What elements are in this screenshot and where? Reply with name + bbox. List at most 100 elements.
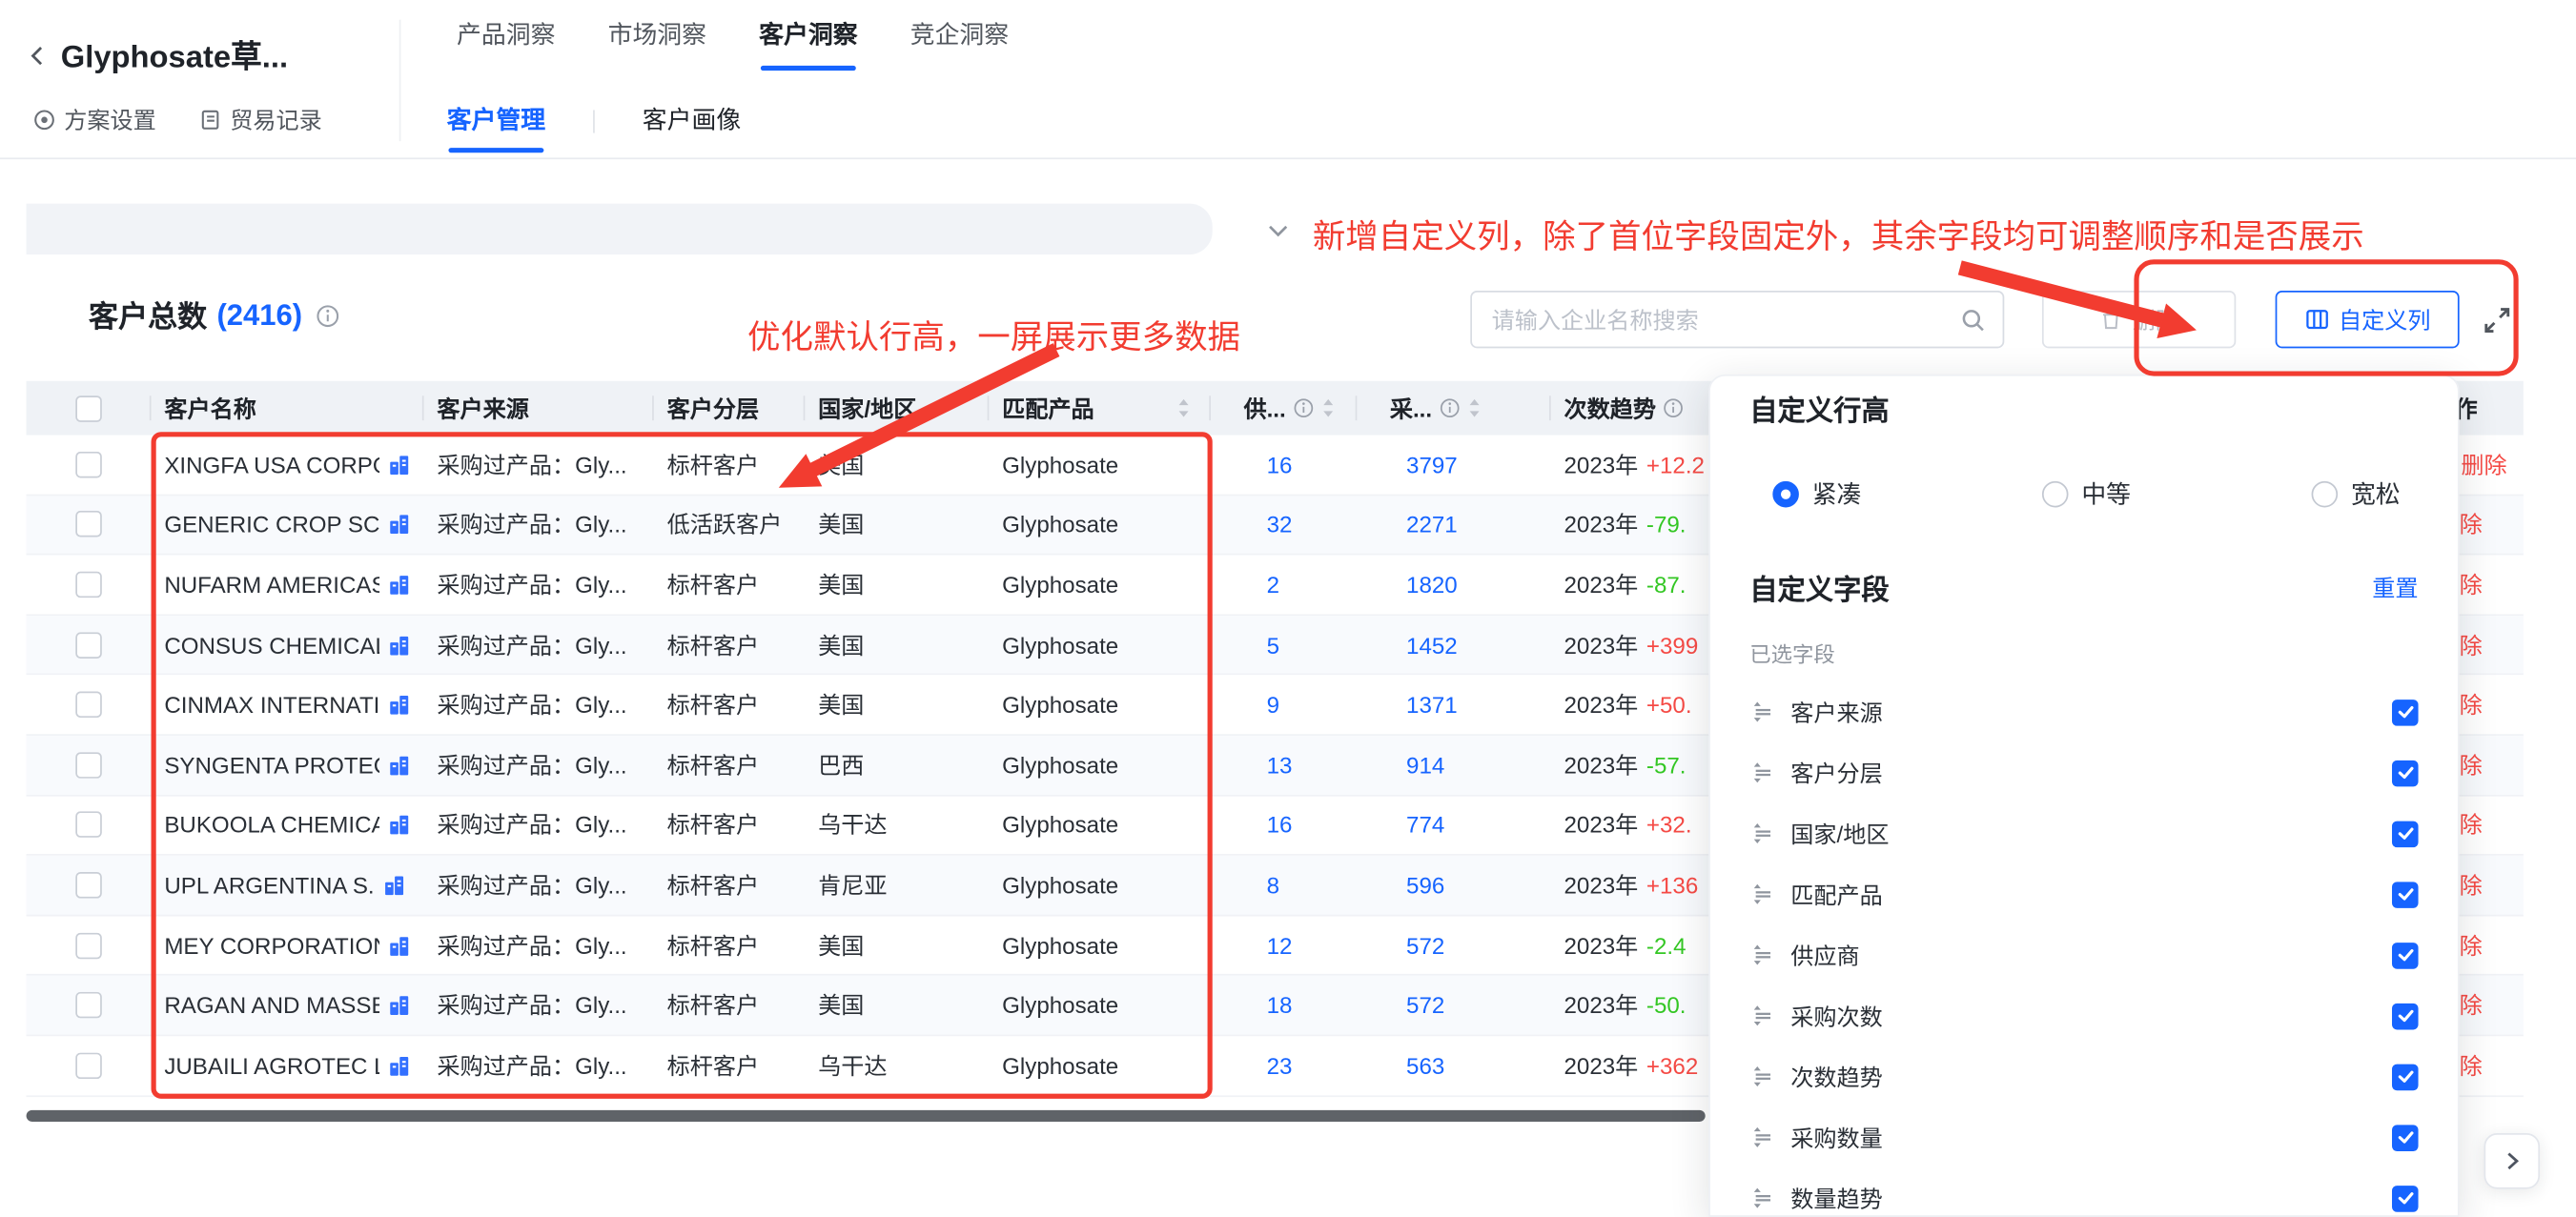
col-customer-name[interactable]: 客户名称 <box>152 381 424 436</box>
drag-handle-icon[interactable] <box>1749 1004 1774 1028</box>
field-checkbox-checked[interactable] <box>2392 1185 2419 1211</box>
purchase-count[interactable]: 1452 <box>1357 632 1550 659</box>
field-checkbox-checked[interactable] <box>2392 942 2419 968</box>
field-checkbox-checked[interactable] <box>2392 821 2419 847</box>
customer-name[interactable]: BUKOOLA CHEMICA <box>164 812 379 839</box>
field-item[interactable]: 国家/地区 <box>1749 803 2418 864</box>
drag-handle-icon[interactable] <box>1749 821 1774 846</box>
company-icon[interactable] <box>388 1054 411 1077</box>
drag-handle-icon[interactable] <box>1749 700 1774 724</box>
drag-handle-icon[interactable] <box>1749 761 1774 785</box>
search-input[interactable] <box>1492 306 1960 333</box>
field-checkbox-checked[interactable] <box>2392 1003 2419 1029</box>
company-icon[interactable] <box>388 513 411 536</box>
row-checkbox[interactable] <box>75 512 102 538</box>
row-checkbox[interactable] <box>75 812 102 839</box>
tab-product-insight[interactable]: 产品洞察 <box>457 20 555 52</box>
supplier-count[interactable]: 32 <box>1211 512 1357 538</box>
drag-handle-icon[interactable] <box>1749 1065 1774 1089</box>
field-item[interactable]: 采购数量 <box>1749 1106 2418 1167</box>
search-icon[interactable] <box>1960 306 1987 333</box>
info-icon[interactable] <box>1293 397 1314 418</box>
drag-handle-icon[interactable] <box>1749 943 1774 967</box>
row-checkbox[interactable] <box>75 692 102 719</box>
sort-icon[interactable] <box>1466 397 1482 418</box>
drag-handle-icon[interactable] <box>1749 1125 1774 1149</box>
customer-name[interactable]: SYNGENTA PROTEC <box>164 752 379 779</box>
field-item[interactable]: 供应商 <box>1749 924 2418 985</box>
next-page-button[interactable] <box>2484 1133 2540 1189</box>
reset-link[interactable]: 重置 <box>2372 571 2418 603</box>
purchase-count[interactable]: 596 <box>1357 872 1550 899</box>
chevron-down-icon[interactable] <box>1265 216 1292 243</box>
plan-settings-link[interactable]: 方案设置 <box>32 104 155 136</box>
radio-loose[interactable]: 宽松 <box>2312 477 2401 511</box>
supplier-count[interactable]: 2 <box>1211 572 1357 598</box>
company-icon[interactable] <box>388 814 411 837</box>
col-customer-tier[interactable]: 客户分层 <box>654 381 806 436</box>
customer-name[interactable]: JUBAILI AGROTEC LI <box>164 1052 379 1079</box>
field-item[interactable]: 数量趋势 <box>1749 1167 2418 1217</box>
radio-compact[interactable]: 紧凑 <box>1772 477 1861 511</box>
field-item[interactable]: 客户分层 <box>1749 742 2418 803</box>
customer-name[interactable]: NUFARM AMERICAS, <box>164 572 379 598</box>
breadcrumb[interactable]: Glyphosate草... <box>27 32 289 77</box>
company-icon[interactable] <box>388 693 411 716</box>
trade-records-link[interactable]: 贸易记录 <box>199 104 322 136</box>
info-icon[interactable] <box>316 303 340 328</box>
radio-medium[interactable]: 中等 <box>2042 477 2131 511</box>
row-checkbox[interactable] <box>75 932 102 959</box>
customer-name[interactable]: CONSUS CHEMICAL <box>164 632 379 659</box>
sort-icon[interactable] <box>1176 397 1192 418</box>
sort-icon[interactable] <box>1320 397 1336 418</box>
field-checkbox-checked[interactable] <box>2392 699 2419 725</box>
supplier-count[interactable]: 13 <box>1211 752 1357 779</box>
company-icon[interactable] <box>388 573 411 596</box>
row-checkbox[interactable] <box>75 452 102 478</box>
drag-handle-icon[interactable] <box>1749 882 1774 906</box>
supplier-count[interactable]: 12 <box>1211 932 1357 959</box>
row-checkbox[interactable] <box>75 992 102 1019</box>
purchase-count[interactable]: 1371 <box>1357 692 1550 719</box>
info-icon[interactable] <box>1663 397 1684 418</box>
company-icon[interactable] <box>388 633 411 656</box>
field-item[interactable]: 客户来源 <box>1749 681 2418 742</box>
customer-name[interactable]: UPL ARGENTINA S. <box>164 872 374 899</box>
field-item[interactable]: 次数趋势 <box>1749 1046 2418 1107</box>
supplier-count[interactable]: 9 <box>1211 692 1357 719</box>
company-icon[interactable] <box>388 453 411 476</box>
col-suppliers[interactable]: 供... <box>1211 381 1357 436</box>
purchase-count[interactable]: 572 <box>1357 932 1550 959</box>
purchase-count[interactable]: 563 <box>1357 1052 1550 1079</box>
drag-handle-icon[interactable] <box>1749 1186 1774 1210</box>
supplier-count[interactable]: 18 <box>1211 992 1357 1019</box>
purchase-count[interactable]: 3797 <box>1357 452 1550 478</box>
supplier-count[interactable]: 5 <box>1211 632 1357 659</box>
field-item[interactable]: 采购次数 <box>1749 985 2418 1046</box>
purchase-count[interactable]: 1820 <box>1357 572 1550 598</box>
fullscreen-expand-icon[interactable] <box>2481 304 2513 336</box>
tab-competitor-insight[interactable]: 竞企洞察 <box>910 20 1009 52</box>
col-country[interactable]: 国家/地区 <box>805 381 989 436</box>
row-checkbox[interactable] <box>75 752 102 779</box>
row-checkbox[interactable] <box>75 632 102 659</box>
customer-name[interactable]: RAGAN AND MASSE <box>164 992 379 1019</box>
col-matched-product[interactable]: 匹配产品 <box>989 381 1211 436</box>
delete-row-link[interactable]: 删除 <box>2461 448 2506 480</box>
select-all-checkbox[interactable] <box>75 395 102 421</box>
supplier-count[interactable]: 16 <box>1211 452 1357 478</box>
field-checkbox-checked[interactable] <box>2392 881 2419 907</box>
purchase-count[interactable]: 572 <box>1357 992 1550 1019</box>
customize-columns-button[interactable]: 自定义列 <box>2276 291 2460 348</box>
row-checkbox[interactable] <box>75 872 102 899</box>
info-icon[interactable] <box>1439 397 1460 418</box>
col-purchase-count[interactable]: 采... <box>1357 381 1550 436</box>
back-chevron-icon[interactable] <box>27 44 50 67</box>
customer-name[interactable]: XINGFA USA CORPO <box>164 452 379 478</box>
customer-name[interactable]: CINMAX INTERNATIO <box>164 692 379 719</box>
purchase-count[interactable]: 2271 <box>1357 512 1550 538</box>
company-icon[interactable] <box>388 934 411 957</box>
company-icon[interactable] <box>382 874 405 897</box>
field-item[interactable]: 匹配产品 <box>1749 863 2418 924</box>
field-checkbox-checked[interactable] <box>2392 760 2419 786</box>
